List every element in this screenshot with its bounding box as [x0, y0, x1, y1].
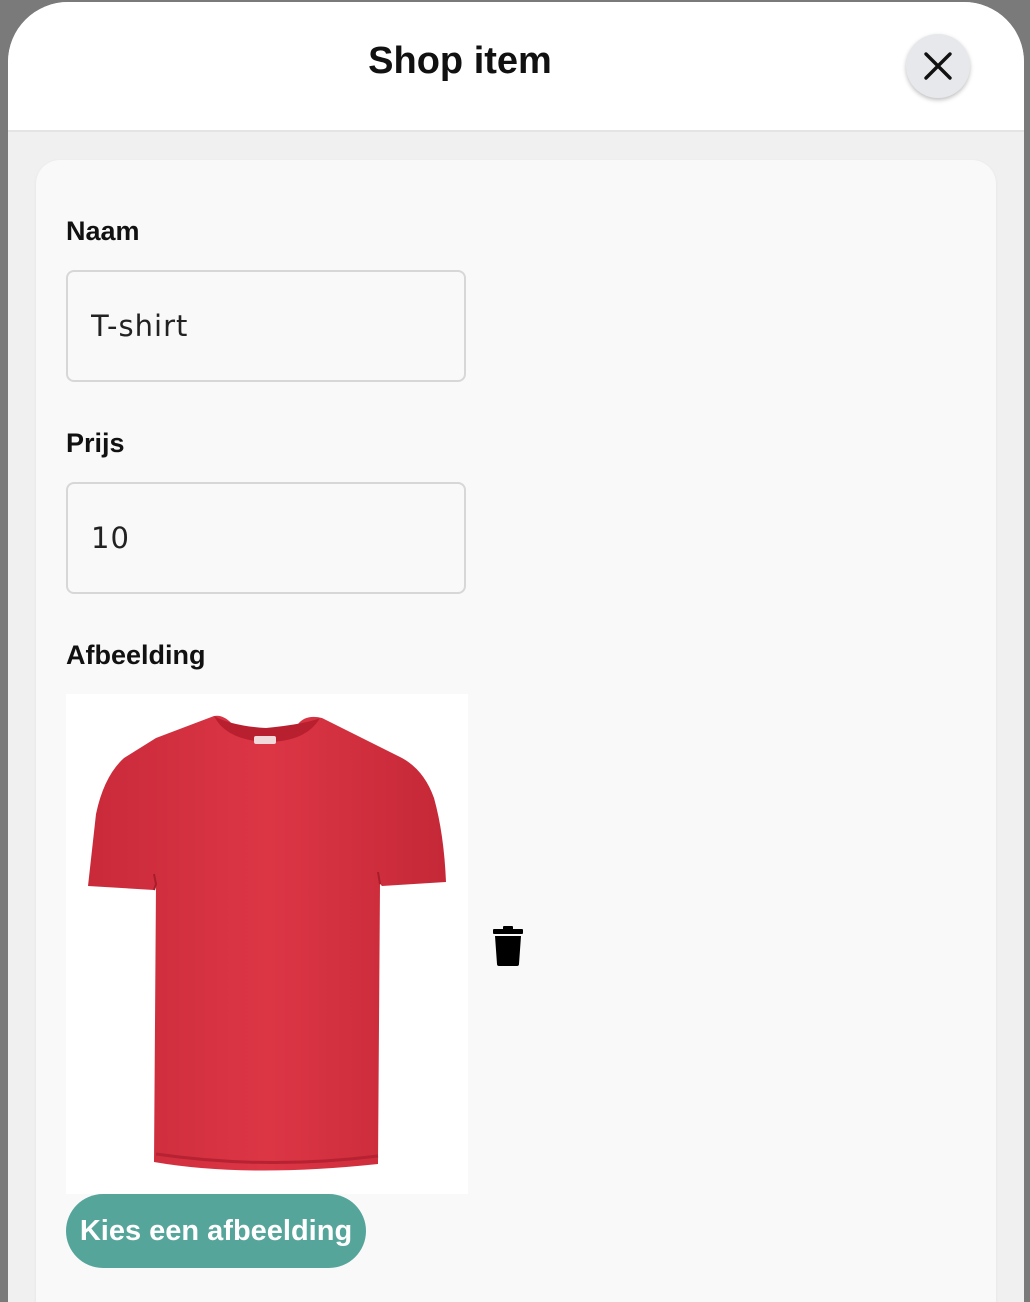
- trash-icon: [493, 926, 523, 966]
- image-preview: [66, 694, 468, 1194]
- image-label: Afbeelding: [66, 640, 206, 670]
- delete-image-button[interactable]: [492, 926, 524, 966]
- price-input[interactable]: [66, 482, 466, 594]
- price-label: Prijs: [66, 428, 125, 458]
- modal-header: Shop item: [8, 2, 1024, 132]
- close-icon: [924, 52, 952, 80]
- close-button[interactable]: [906, 34, 970, 98]
- choose-image-button[interactable]: Kies een afbeelding: [66, 1194, 366, 1268]
- tshirt-image: [88, 715, 446, 1171]
- modal-title: Shop item: [368, 40, 552, 82]
- form-card: Naam Prijs Afbeelding: [36, 160, 996, 1302]
- name-label: Naam: [66, 216, 140, 246]
- name-input[interactable]: [66, 270, 466, 382]
- shop-item-modal: Shop item Naam Prijs Afbeelding: [8, 2, 1024, 1302]
